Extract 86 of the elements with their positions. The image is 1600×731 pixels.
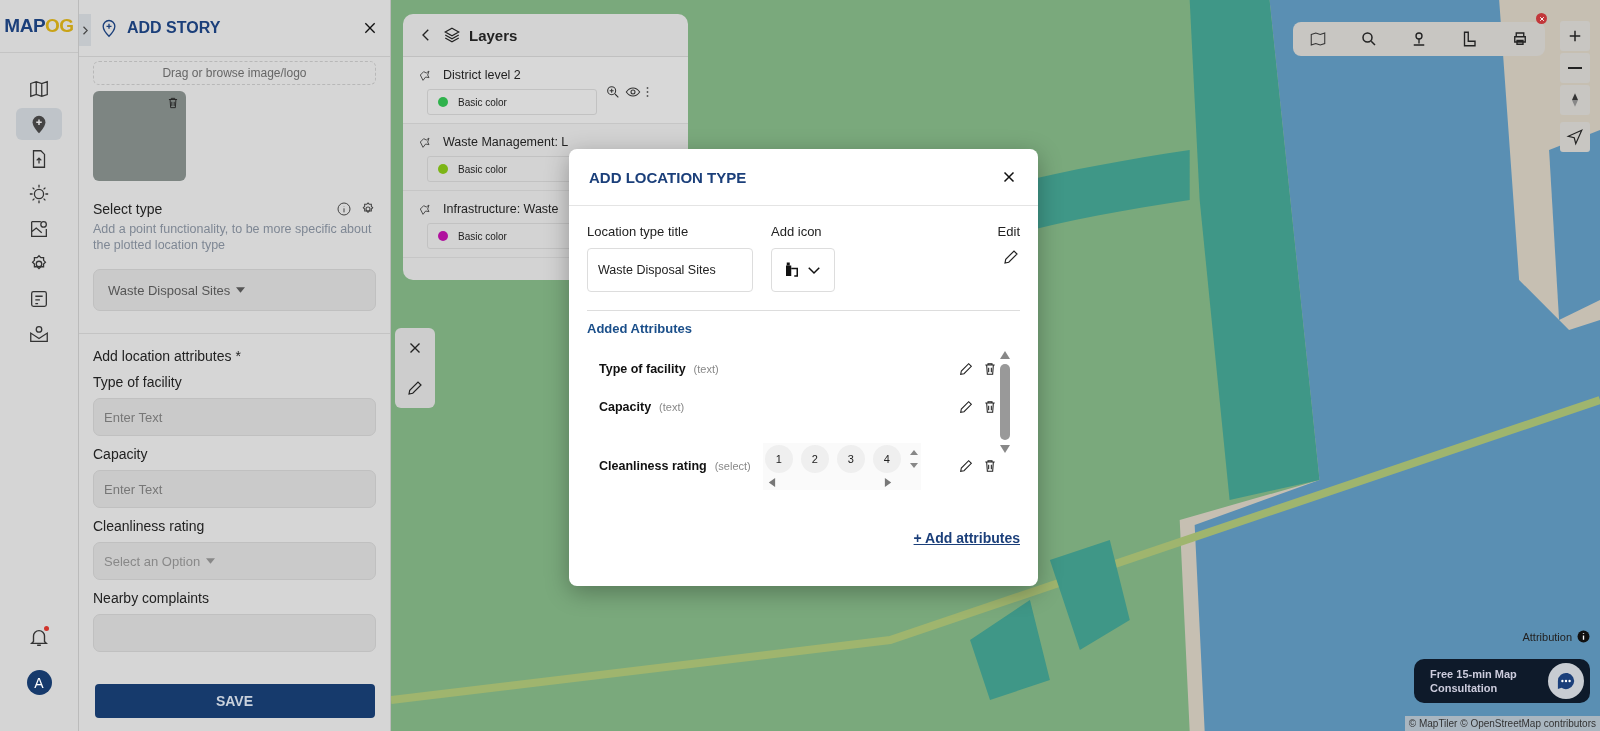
text-field[interactable]: Enter Text (93, 470, 376, 508)
panel-title: ADD STORY (127, 19, 222, 37)
waste-bin-icon (783, 261, 801, 279)
scroll-right-icon[interactable] (883, 476, 893, 488)
title-field[interactable]: Waste Disposal Sites (587, 248, 753, 292)
help-text: Add a point functionality, to be more specific about the plotted location type (93, 221, 373, 253)
chat-icon (1548, 663, 1584, 699)
gallery-icon (28, 218, 50, 240)
eye-icon[interactable] (625, 84, 641, 100)
rail-pin-button[interactable] (16, 108, 62, 140)
pencil-icon[interactable] (1002, 248, 1020, 266)
scroll-left-icon[interactable] (766, 476, 776, 488)
trash-icon[interactable] (982, 399, 998, 415)
type-dropdown[interactable]: Waste Disposal Sites (93, 269, 376, 311)
attribute-name: Type of facility (599, 362, 686, 376)
pencil-icon[interactable] (958, 399, 974, 415)
zoom-in-button[interactable] (1560, 21, 1590, 51)
section-heading: Add location attributes * (93, 348, 242, 364)
zoom-out-button[interactable] (1560, 53, 1590, 83)
map-icon[interactable] (1309, 30, 1328, 48)
field-label: Edit (997, 224, 1020, 239)
option-chip[interactable]: 4 (872, 444, 901, 473)
save-button[interactable]: SAVE (94, 684, 375, 718)
option-chip[interactable]: 1 (764, 444, 793, 473)
layer-row[interactable]: District level 2 Basic color (403, 57, 688, 124)
field-label: Cleanliness rating (93, 518, 206, 534)
form-icon (28, 288, 50, 310)
attribution-label[interactable]: Attribution (1522, 630, 1572, 643)
icon-dropdown[interactable] (771, 248, 835, 292)
field-label: Nearby complaints (93, 590, 210, 606)
style-label: Basic color (458, 230, 507, 242)
style-label: Basic color (458, 96, 507, 108)
trash-icon[interactable] (982, 458, 998, 474)
notification-button[interactable] (28, 626, 50, 648)
scrollbar-thumb[interactable] (1000, 364, 1010, 440)
minus-icon (1568, 67, 1582, 69)
field-label: Capacity (93, 446, 149, 462)
info-icon[interactable] (1577, 630, 1590, 643)
drag-handle-icon[interactable] (417, 134, 433, 150)
pencil-icon[interactable] (958, 458, 974, 474)
dropdown-arrow-icon (236, 287, 246, 293)
option-chip[interactable]: 2 (800, 444, 829, 473)
dropdown-arrow-icon (206, 558, 216, 564)
attribute-type: (select) (714, 460, 751, 472)
layer-name[interactable]: Waste Management: L (443, 135, 569, 149)
text-field[interactable]: Enter Text (93, 398, 376, 436)
scroll-down-icon[interactable] (999, 444, 1011, 454)
pencil-icon[interactable] (958, 361, 974, 377)
zoom-in-icon[interactable] (605, 84, 621, 100)
mail-icon (28, 323, 50, 345)
attribute-type: (text) (659, 401, 685, 413)
close-badge[interactable] (1536, 13, 1547, 24)
section-heading: Added Attributes (587, 321, 693, 336)
locate-button[interactable] (1560, 122, 1590, 152)
option-chip[interactable]: 3 (836, 444, 865, 473)
navigation-arrow-icon (1566, 128, 1584, 146)
layers-icon (443, 26, 461, 44)
attribute-type: (text) (693, 363, 719, 375)
consultation-button[interactable]: Free 15-min Map Consultation (1414, 659, 1590, 703)
upload-dropzone[interactable]: Drag or browse image/logo (93, 61, 376, 85)
attribute-name: Capacity (599, 400, 652, 414)
attribute-name: Cleanliness rating (599, 459, 707, 473)
field-label: Add icon (771, 224, 823, 239)
add-attributes-link[interactable]: + Add attributes (913, 530, 1020, 546)
layers-title: Layers (469, 26, 518, 44)
map-credits: © MapTiler © OpenStreetMap contributors (1404, 716, 1600, 731)
map-icon (28, 78, 50, 100)
style-label: Basic color (458, 163, 507, 175)
more-icon[interactable] (645, 84, 650, 100)
drag-handle-icon[interactable] (417, 67, 433, 83)
expand-button[interactable] (79, 14, 91, 46)
layer-style-chip[interactable]: Basic color (427, 89, 597, 115)
field-label: Type of facility (93, 374, 183, 390)
pencil-icon[interactable] (406, 379, 424, 397)
field-label: Select type (93, 201, 164, 217)
trash-icon[interactable] (982, 361, 998, 377)
search-icon[interactable] (1359, 30, 1378, 48)
avatar[interactable]: A (26, 670, 52, 695)
logo: MAPOG (0, 0, 78, 53)
scroll-up-icon[interactable] (999, 350, 1011, 360)
chevron-right-icon (82, 25, 88, 35)
close-icon[interactable] (362, 20, 378, 36)
burst-icon (28, 183, 50, 205)
drag-handle-icon[interactable] (417, 201, 433, 217)
layer-name[interactable]: Infrastructure: Waste (443, 202, 559, 216)
layer-name[interactable]: District level 2 (443, 68, 521, 82)
